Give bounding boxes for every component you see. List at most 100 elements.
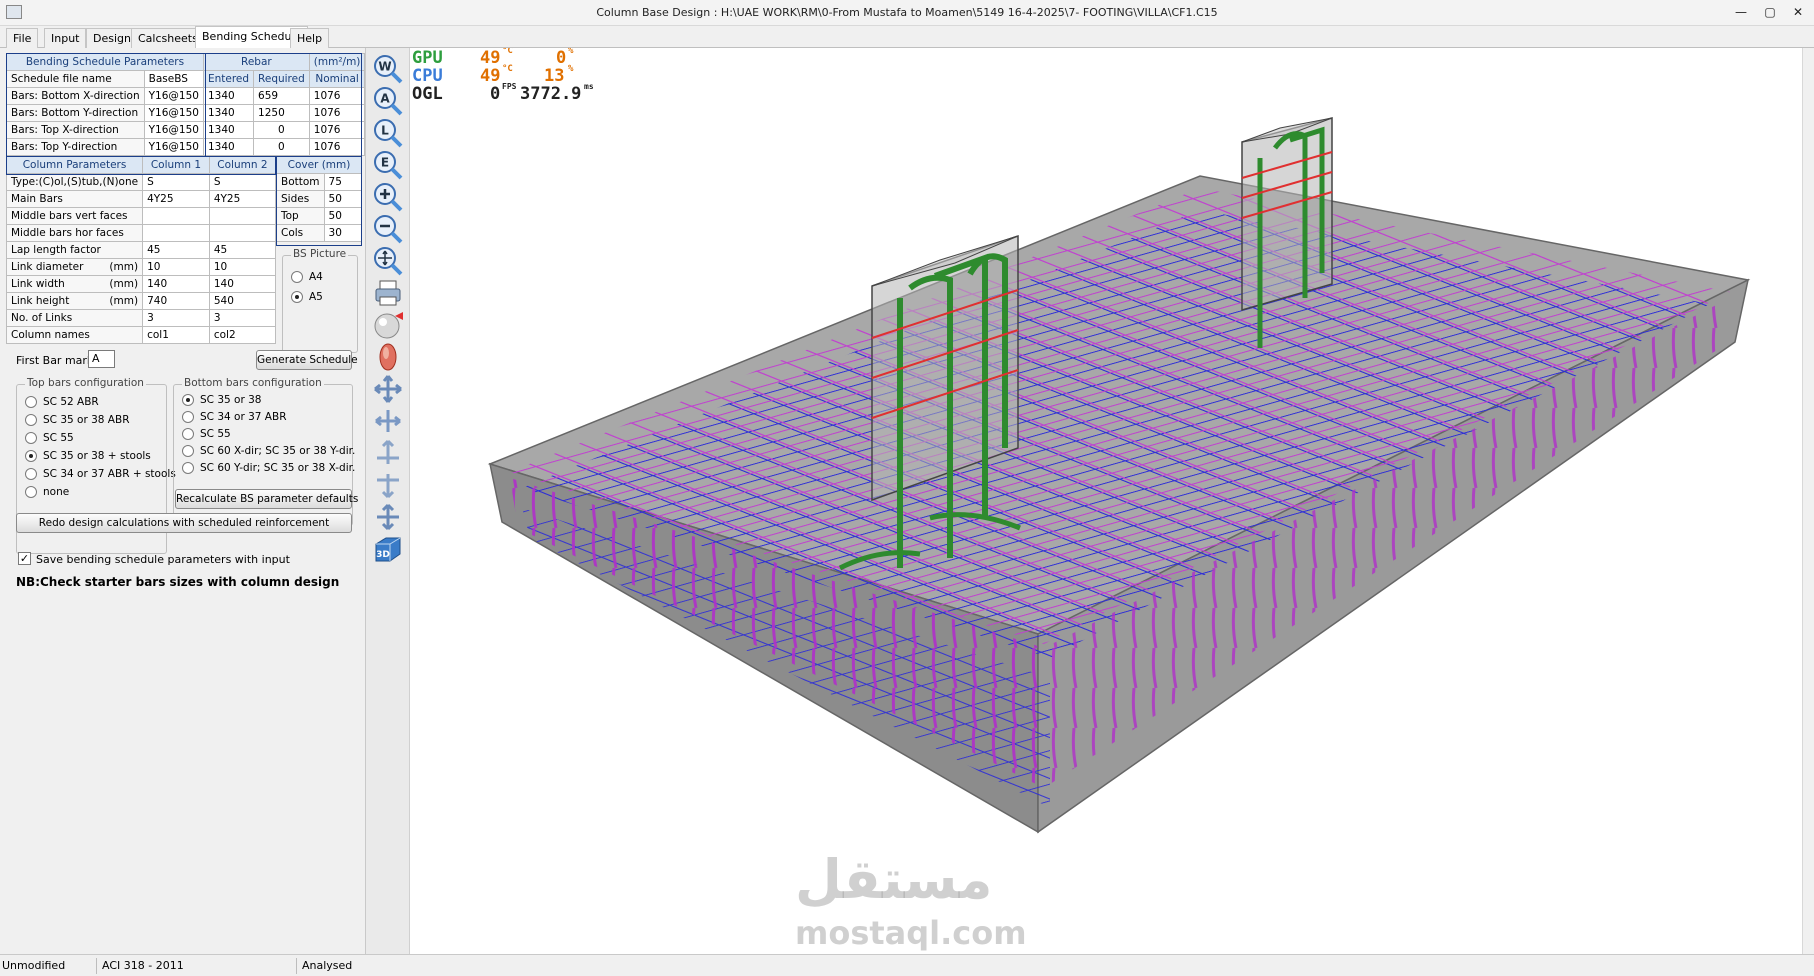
radio-a5[interactable]: A5: [291, 289, 323, 305]
generate-schedule-button[interactable]: Generate Schedule: [256, 350, 358, 370]
entered-cell: 1340: [202, 121, 255, 139]
col2-cell[interactable]: 45: [208, 241, 277, 259]
bar-spec-cell[interactable]: Y16@150: [143, 138, 204, 156]
required-header: Required: [253, 70, 310, 88]
cover-value[interactable]: 75: [323, 173, 363, 191]
shading-sphere-icon[interactable]: [373, 310, 403, 340]
col1-cell[interactable]: 10: [142, 258, 210, 276]
col-row-unit: (mm): [109, 261, 139, 273]
col2-cell[interactable]: 140: [208, 275, 277, 293]
radio-label: SC 34 or 37 ABR + stools: [43, 468, 176, 480]
view-e-button[interactable]: E: [373, 150, 403, 180]
col-row-label: Column names: [5, 326, 144, 344]
col1-cell[interactable]: [142, 224, 210, 242]
move-up-icon[interactable]: [373, 438, 403, 468]
col2-cell[interactable]: [208, 224, 277, 242]
first-bar-mark-input[interactable]: A: [88, 350, 115, 368]
redo-design-button[interactable]: Redo design calculations with scheduled …: [16, 513, 352, 533]
bs-picture-title: BS Picture: [291, 248, 349, 260]
view-a-button[interactable]: A: [373, 86, 403, 116]
view-a-letter: A: [380, 92, 390, 106]
recalculate-defaults-button[interactable]: Recalculate BS parameter defaults: [175, 489, 358, 509]
maximize-button[interactable]: ▢: [1759, 4, 1781, 21]
bs-row-label: Schedule file name: [6, 70, 145, 88]
move-vertical-icon[interactable]: [373, 502, 403, 532]
tab-file[interactable]: File: [6, 28, 39, 48]
move-horizontal-icon[interactable]: [373, 406, 403, 436]
radio-bottom-sc60-x[interactable]: SC 60 X-dir; SC 35 or 38 Y-dir.: [182, 443, 355, 459]
zoom-in-icon[interactable]: [373, 182, 403, 212]
zoom-extents-icon[interactable]: [373, 246, 403, 276]
view-w-button[interactable]: W: [373, 54, 403, 84]
col2-cell[interactable]: 540: [208, 292, 277, 310]
radio-top-sc35-abr[interactable]: SC 35 or 38 ABR: [25, 412, 130, 428]
col2-cell[interactable]: 10: [208, 258, 277, 276]
radio-a4[interactable]: A4: [291, 269, 323, 285]
col1-cell[interactable]: 3: [142, 309, 210, 327]
bar-spec-cell[interactable]: Y16@150: [143, 87, 204, 105]
tab-help[interactable]: Help: [290, 28, 330, 48]
col2-cell[interactable]: 3: [208, 309, 277, 327]
col2-cell[interactable]: 4Y25: [208, 190, 277, 208]
col1-cell[interactable]: 740: [142, 292, 210, 310]
radio-top-sc34-stools[interactable]: SC 34 or 37 ABR + stools: [25, 466, 176, 482]
rotate-icon[interactable]: [373, 342, 403, 372]
viewport-scrollbar[interactable]: [1802, 48, 1814, 954]
view-toolbar: W A L E 3D: [366, 48, 410, 954]
bar-spec-cell[interactable]: Y16@150: [143, 121, 204, 139]
tab-calcsheets[interactable]: Calcsheets: [131, 28, 205, 48]
zoom-out-icon[interactable]: [373, 214, 403, 244]
radio-bottom-sc34-abr[interactable]: SC 34 or 37 ABR: [182, 409, 287, 425]
col1-cell[interactable]: S: [142, 173, 210, 191]
bs-picture-group: BS Picture A4 A5: [282, 248, 358, 353]
entered-cell: 1340: [202, 104, 255, 122]
status-analysis: Analysed: [302, 959, 353, 972]
view-l-button[interactable]: L: [373, 118, 403, 148]
radio-label: SC 55: [200, 428, 231, 440]
radio-bottom-sc35[interactable]: SC 35 or 38: [182, 392, 261, 408]
col1-cell[interactable]: [142, 207, 210, 225]
3d-viewport[interactable]: GPU 49 °C 0 % CPU 49 °C 13 % OGL 0 FPS 3…: [410, 48, 1812, 954]
radio-top-sc52[interactable]: SC 52 ABR: [25, 394, 99, 410]
col1-cell[interactable]: 140: [142, 275, 210, 293]
bottom-bars-title: Bottom bars configuration: [182, 377, 324, 389]
pan-icon[interactable]: [373, 374, 403, 404]
cover-value[interactable]: 50: [323, 207, 363, 225]
radio-bottom-sc55[interactable]: SC 55: [182, 426, 231, 442]
radio-top-sc55[interactable]: SC 55: [25, 430, 74, 446]
bs-row-label: Bars: Bottom X-direction: [6, 87, 145, 105]
col1-cell[interactable]: 45: [142, 241, 210, 259]
close-button[interactable]: ✕: [1787, 4, 1809, 21]
column-1-header: Column 1: [142, 156, 210, 174]
radio-bottom-sc60-y[interactable]: SC 60 Y-dir; SC 35 or 38 X-dir.: [182, 460, 355, 476]
radio-dot: [182, 411, 194, 423]
schedule-file-name-cell[interactable]: BaseBS: [143, 70, 204, 88]
tab-input[interactable]: Input: [44, 28, 87, 48]
radio-label: SC 34 or 37 ABR: [200, 411, 287, 423]
column-params-header: Column Parameters: [5, 156, 144, 174]
move-down-icon[interactable]: [373, 470, 403, 500]
col2-cell[interactable]: col2: [208, 326, 277, 344]
col2-cell[interactable]: [208, 207, 277, 225]
col2-cell[interactable]: S: [208, 173, 277, 191]
minimize-button[interactable]: —: [1730, 4, 1752, 21]
print-icon[interactable]: [373, 278, 403, 308]
radio-label: none: [43, 486, 70, 498]
radio-dot-selected: [182, 394, 194, 406]
view-3d-button[interactable]: 3D: [373, 534, 403, 564]
save-params-checkbox[interactable]: ✓: [18, 552, 31, 565]
cover-value[interactable]: 50: [323, 190, 363, 208]
radio-top-none[interactable]: none: [25, 484, 69, 500]
osd-cpu-load: 13: [544, 66, 565, 86]
app-window: Column Base Design : H:\UAE WORK\RM\0-Fr…: [0, 0, 1814, 976]
bar-spec-cell[interactable]: Y16@150: [143, 104, 204, 122]
radio-top-sc35-stools[interactable]: SC 35 or 38 + stools: [25, 448, 151, 464]
view-l-letter: L: [381, 124, 389, 138]
cover-label: Sides: [276, 190, 325, 208]
radio-dot: [25, 414, 37, 426]
cover-value[interactable]: 30: [323, 224, 363, 242]
col1-cell[interactable]: 4Y25: [142, 190, 210, 208]
col1-cell[interactable]: col1: [142, 326, 210, 344]
osd-gpu-load: 0: [556, 48, 567, 68]
osd-gpu-label: GPU: [412, 48, 443, 68]
